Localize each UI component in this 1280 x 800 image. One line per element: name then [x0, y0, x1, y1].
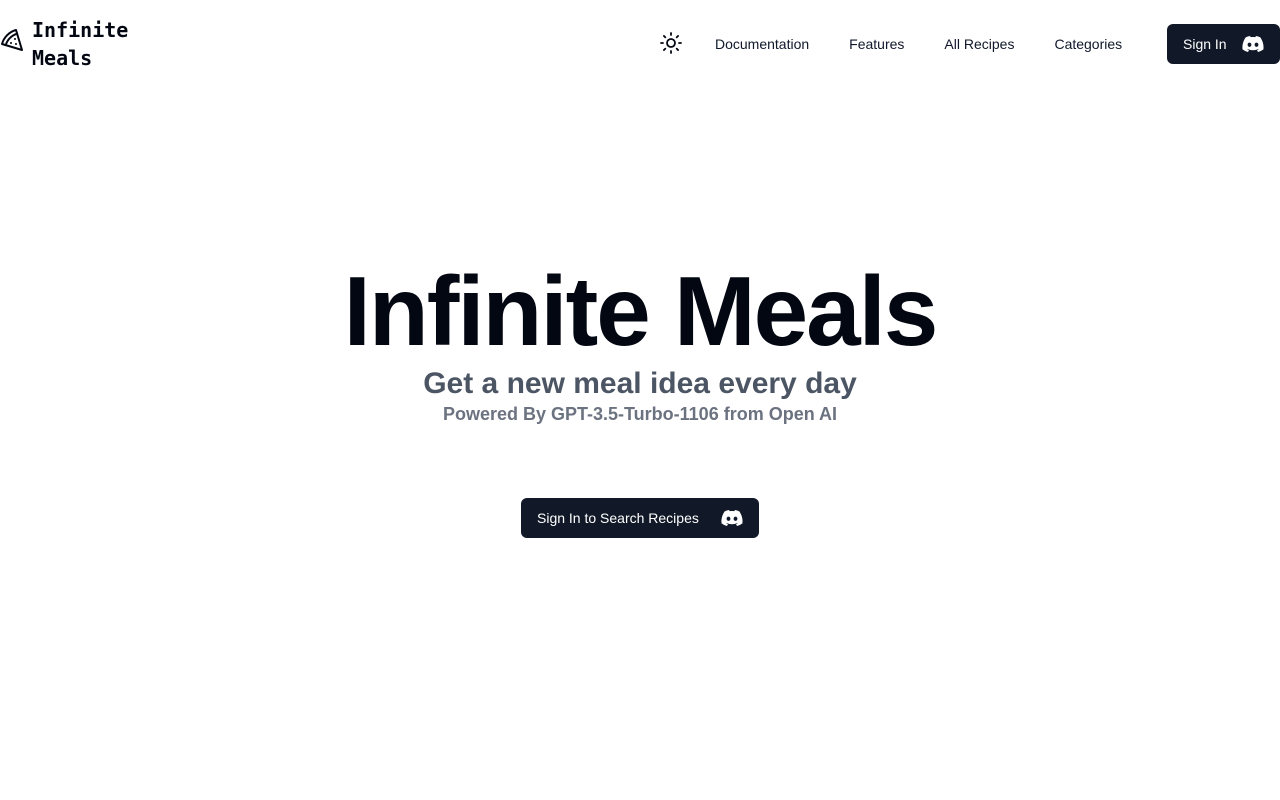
nav-documentation[interactable]: Documentation	[695, 24, 829, 64]
sign-in-button[interactable]: Sign In	[1167, 24, 1280, 64]
brand-logo-link[interactable]: Infinite Meals	[0, 16, 132, 72]
cta-label: Sign In to Search Recipes	[537, 510, 699, 526]
brand-name: Infinite Meals	[32, 16, 132, 72]
nav-all-recipes[interactable]: All Recipes	[924, 24, 1034, 64]
brand-name-line1: Infinite	[32, 18, 129, 42]
sun-icon	[659, 31, 683, 55]
pizza-icon	[0, 28, 24, 52]
main-nav: Documentation Features All Recipes Categ…	[695, 24, 1142, 64]
site-header: Infinite Meals Documentation Features Al…	[0, 0, 1280, 88]
discord-icon	[721, 510, 743, 526]
sign-in-to-search-button[interactable]: Sign In to Search Recipes	[521, 498, 759, 538]
hero-title: Infinite Meals	[343, 256, 939, 366]
nav-features[interactable]: Features	[829, 24, 924, 64]
sign-in-label: Sign In	[1183, 36, 1227, 52]
hero-subtitle: Get a new meal idea every day	[423, 367, 857, 400]
hero-section: Infinite Meals Get a new meal idea every…	[0, 255, 1280, 427]
hero-powered-by: Powered By GPT-3.5-Turbo-1106 from Open …	[442, 404, 838, 424]
theme-toggle-button[interactable]	[656, 28, 686, 58]
discord-icon	[1242, 36, 1264, 52]
brand-name-line2: Meals	[32, 46, 93, 70]
nav-categories[interactable]: Categories	[1034, 24, 1142, 64]
